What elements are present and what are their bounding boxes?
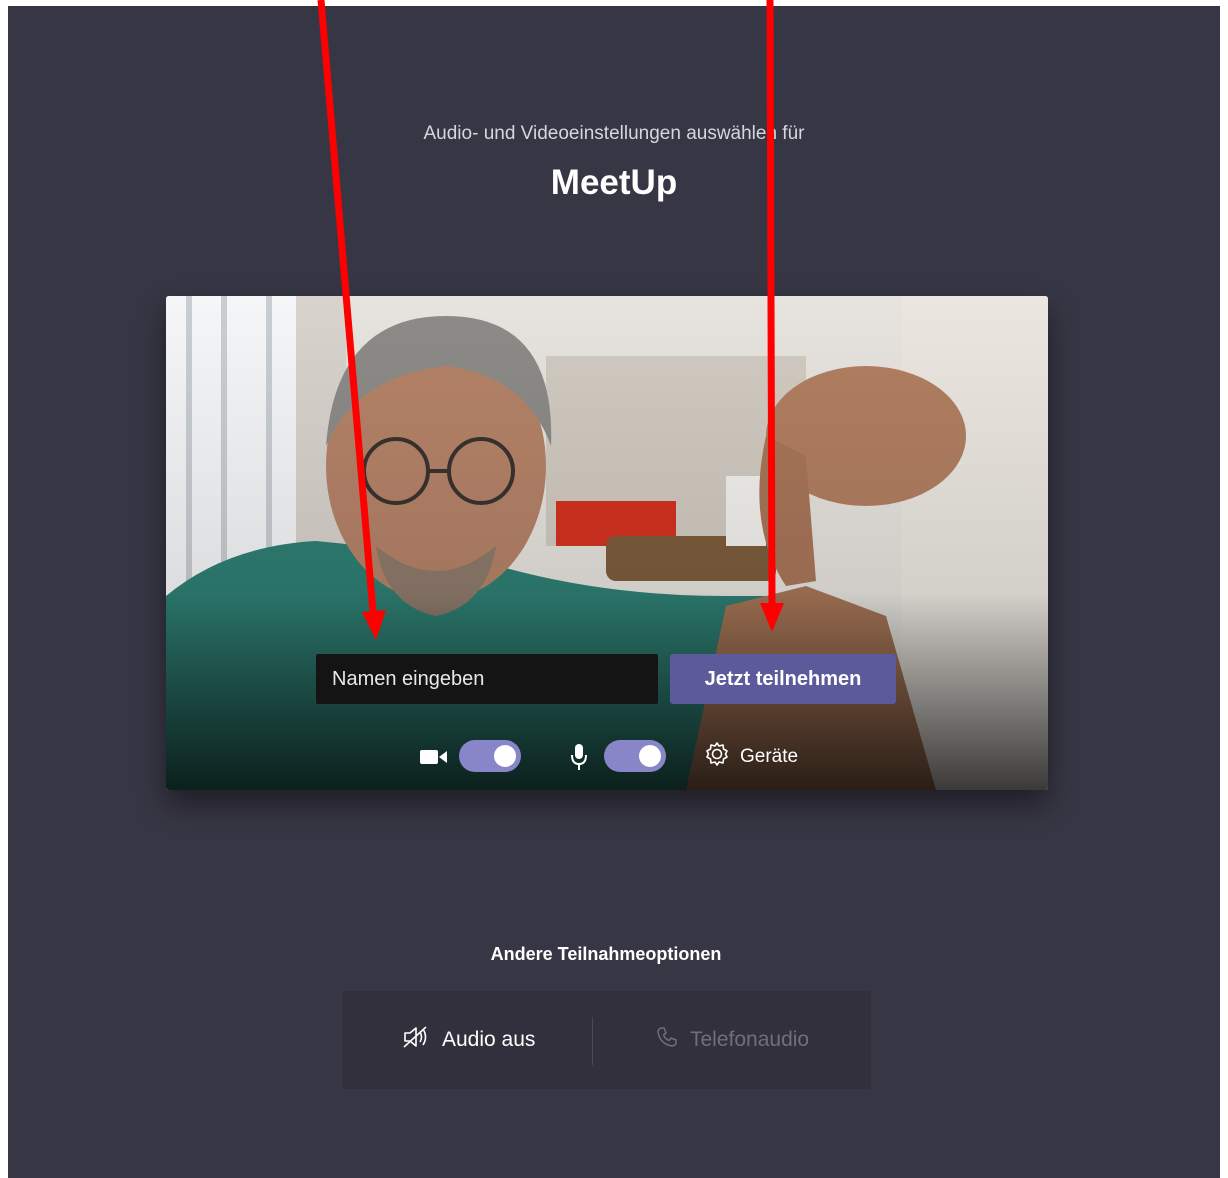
camera-toggle-knob [494, 745, 516, 767]
microphone-toggle[interactable] [604, 740, 666, 772]
phone-audio-label: Telefonaudio [690, 1028, 810, 1051]
meeting-title: MeetUp [550, 163, 678, 202]
phone-icon [656, 1026, 678, 1054]
devices-label: Geräte [740, 746, 799, 767]
camera-preview-image [166, 296, 1048, 790]
gear-icon [704, 741, 730, 773]
name-input[interactable] [316, 654, 658, 704]
audio-off-label: Audio aus [442, 1028, 536, 1051]
other-options-title: Andere Teilnahmeoptionen [490, 944, 722, 964]
join-now-button[interactable]: Jetzt teilnehmen [670, 654, 896, 704]
phone-audio-button[interactable]: Telefonaudio [656, 991, 809, 1089]
other-options-panel: Audio aus Telefonaudio [342, 991, 871, 1089]
camera-preview [166, 296, 1048, 790]
devices-button[interactable]: Geräte [704, 742, 798, 772]
microphone-icon [570, 743, 588, 776]
settings-subtitle: Audio- und Videoeinstellungen auswählen … [423, 123, 805, 144]
speaker-off-icon [402, 1025, 430, 1055]
camera-toggle[interactable] [459, 740, 521, 772]
video-camera-icon [420, 748, 448, 771]
audio-off-button[interactable]: Audio aus [402, 991, 535, 1089]
microphone-toggle-knob [639, 745, 661, 767]
options-divider [592, 1017, 593, 1065]
